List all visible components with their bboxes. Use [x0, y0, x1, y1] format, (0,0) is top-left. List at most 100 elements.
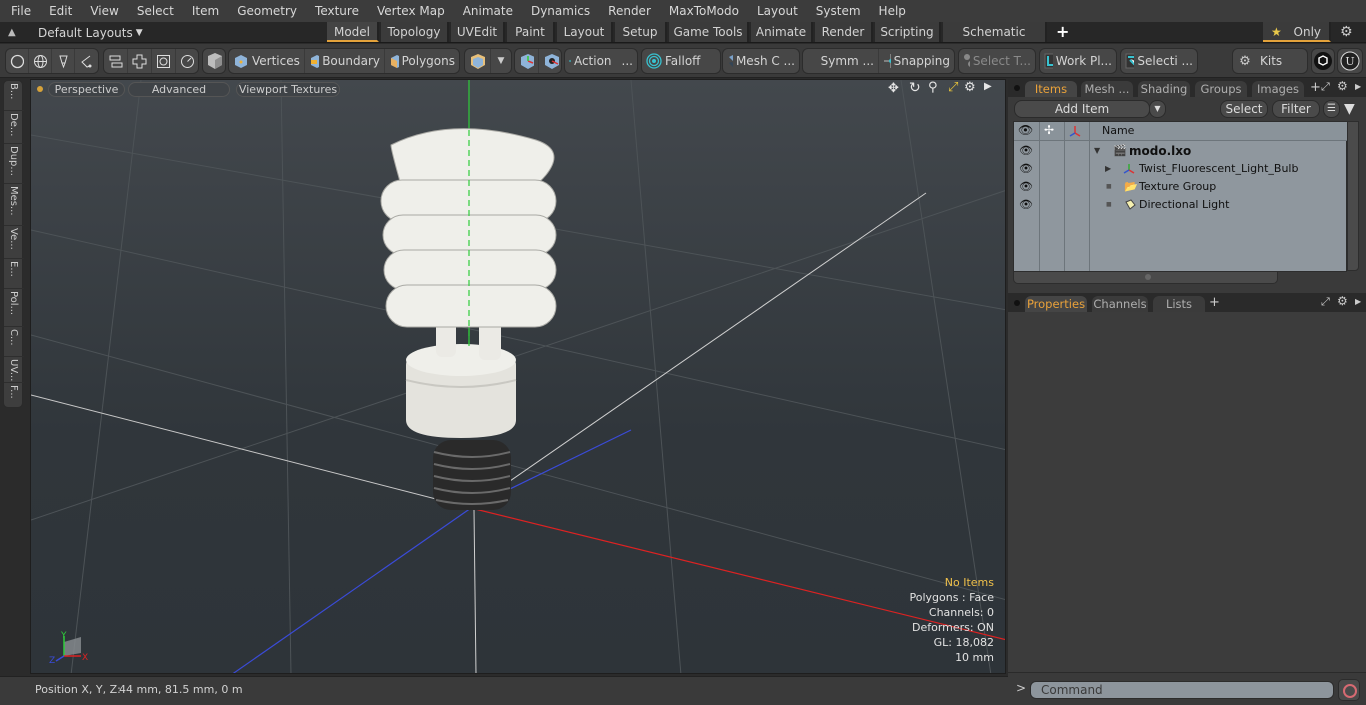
tab-scripting[interactable]: Scripting — [875, 22, 941, 42]
name-column-header[interactable]: Name — [1102, 124, 1134, 137]
tab-topology[interactable]: Topology — [381, 22, 449, 42]
tab-animate[interactable]: Animate — [751, 22, 813, 42]
3d-viewport[interactable]: Y X Z Perspective Advanced Viewport Text… — [30, 79, 1006, 674]
pen-button[interactable] — [52, 49, 75, 73]
add-tab-icon[interactable]: + — [1209, 295, 1220, 310]
filter-button[interactable]: Filter — [1272, 100, 1320, 118]
viewport-textures-button[interactable]: Viewport Textures — [236, 82, 340, 97]
advanced-shading-button[interactable]: Advanced — [128, 82, 230, 97]
local-axis-button[interactable] — [539, 49, 563, 73]
record-button[interactable] — [1338, 679, 1360, 701]
select-through-button[interactable]: Select T... — [958, 48, 1036, 74]
tab-items[interactable]: Items — [1025, 81, 1077, 97]
vtab-polygon[interactable]: Pol... — [4, 289, 24, 327]
vtab-fusion[interactable]: F... — [4, 383, 24, 408]
vtab-vertex[interactable]: Ve... — [4, 226, 24, 259]
add-item-dropdown[interactable]: ▼ — [1149, 100, 1166, 118]
gear-icon[interactable]: ⚙ — [1340, 23, 1358, 41]
vtab-basic[interactable]: B... — [4, 81, 24, 111]
gear-icon[interactable]: ⚙ — [1337, 79, 1348, 93]
snapping-button[interactable]: Snapping — [879, 49, 954, 73]
symmetry-button[interactable]: Symm ... — [803, 49, 879, 73]
vtab-edge[interactable]: E... — [4, 259, 24, 289]
menu-dynamics[interactable]: Dynamics — [522, 0, 599, 22]
eye-icon[interactable]: 👁 — [1019, 178, 1033, 196]
boundary-mode-button[interactable]: Boundary — [305, 49, 385, 73]
vertices-mode-button[interactable]: Vertices — [229, 49, 305, 73]
globe-button[interactable] — [29, 49, 52, 73]
tab-properties[interactable]: Properties — [1025, 296, 1087, 312]
add-layout-tab-button[interactable]: + — [1056, 22, 1072, 42]
menu-vertex-map[interactable]: Vertex Map — [368, 0, 454, 22]
expand-right-icon[interactable]: ▶ — [984, 81, 992, 92]
tab-schematic-fusion[interactable]: Schematic Fusion — [943, 22, 1047, 59]
maximize-icon[interactable]: ⤢ — [1321, 80, 1330, 94]
frame-button[interactable] — [152, 49, 176, 73]
panel-dot[interactable] — [1014, 300, 1020, 306]
panel-dot[interactable] — [1014, 85, 1020, 91]
tab-channels[interactable]: Channels — [1092, 296, 1148, 312]
menu-select[interactable]: Select — [128, 0, 183, 22]
unreal-kit-button[interactable]: U — [1337, 48, 1363, 74]
vtab-duplicate[interactable]: Dup... — [4, 144, 24, 184]
select-button[interactable]: Select — [1220, 100, 1268, 118]
material-mode-button[interactable] — [465, 49, 491, 73]
material-dropdown[interactable]: ▼ — [491, 49, 511, 73]
selection-sets-button[interactable]: Selecti ... — [1120, 48, 1198, 74]
tab-images[interactable]: Images — [1252, 81, 1304, 97]
eye-icon[interactable]: 👁 — [1019, 160, 1033, 178]
menu-system[interactable]: System — [807, 0, 870, 22]
add-item-button[interactable]: Add Item — [1014, 100, 1150, 118]
menu-render[interactable]: Render — [599, 0, 660, 22]
viewport-indicator-dot[interactable] — [37, 86, 43, 92]
dial-button[interactable] — [176, 49, 199, 73]
mesh-constraint-button[interactable]: Mesh C ... — [722, 48, 800, 74]
layouts-selector[interactable]: ▲ Default Layouts ▼ — [8, 22, 143, 43]
pan-icon[interactable]: ✥ — [888, 81, 899, 96]
menu-file[interactable]: File — [0, 0, 40, 22]
add-tab-icon[interactable]: + — [1310, 80, 1321, 95]
menu-help[interactable]: Help — [870, 0, 915, 22]
item-row[interactable]: 👁 ▼ 🎬 modo.lxo — [1014, 142, 1348, 160]
maximize-icon[interactable]: ⤢ — [1321, 295, 1330, 309]
axis-column-icon[interactable] — [1068, 124, 1082, 138]
item-mode-button[interactable] — [202, 48, 226, 74]
filter-funnel-icon[interactable]: ▼ — [1344, 101, 1355, 117]
menu-edit[interactable]: Edit — [40, 0, 81, 22]
kits-button[interactable]: ⚙ Kits — [1232, 48, 1308, 74]
lasso-button[interactable] — [75, 49, 98, 73]
tab-model[interactable]: Model — [327, 22, 379, 42]
polygons-mode-button[interactable]: Polygons — [385, 49, 459, 73]
cube-kit-button[interactable] — [1311, 48, 1335, 74]
maximize-icon[interactable]: ⤢ — [948, 80, 958, 95]
vtab-deform[interactable]: De... — [4, 111, 24, 144]
menu-maxtomodo[interactable]: MaxToModo — [660, 0, 748, 22]
command-input[interactable]: Command — [1030, 681, 1334, 699]
item-row[interactable]: 👁 ▶ Twist_Fluorescent_Light_Bulb — [1014, 160, 1348, 178]
collapse-triangle-icon[interactable]: ▼ — [1094, 142, 1100, 160]
vtab-curve[interactable]: C... — [4, 327, 24, 357]
tab-render[interactable]: Render — [815, 22, 873, 42]
menu-animate[interactable]: Animate — [454, 0, 522, 22]
cross-button[interactable] — [128, 49, 152, 73]
tab-uvedit[interactable]: UVEdit — [451, 22, 505, 42]
list-options-button[interactable]: ☰ — [1323, 100, 1340, 118]
item-row[interactable]: 👁 ■ Directional Light — [1014, 196, 1348, 214]
falloff-button[interactable]: Falloff — [641, 48, 721, 74]
tab-paint[interactable]: Paint — [507, 22, 555, 42]
tab-groups[interactable]: Groups — [1195, 81, 1247, 97]
tab-layout[interactable]: Layout — [557, 22, 613, 42]
visibility-column-icon[interactable]: 👁 — [1018, 123, 1033, 137]
vtab-mesh-edit[interactable]: Mes... — [4, 184, 24, 226]
only-toggle[interactable]: ★ Only — [1263, 22, 1331, 42]
world-axis-button[interactable] — [515, 49, 539, 73]
rotate-icon[interactable]: ↻ — [909, 80, 921, 96]
vtab-uv[interactable]: UV... — [4, 357, 24, 383]
zoom-icon[interactable]: ⚲ — [928, 80, 938, 95]
gear-icon[interactable]: ⚙ — [964, 80, 976, 95]
menu-geometry[interactable]: Geometry — [228, 0, 306, 22]
work-plane-button[interactable]: Work Pl... — [1039, 48, 1117, 74]
expand-right-icon[interactable]: ▶ — [1355, 82, 1361, 91]
tab-mesh[interactable]: Mesh ... — [1081, 81, 1133, 97]
eye-icon[interactable]: 👁 — [1019, 196, 1033, 214]
